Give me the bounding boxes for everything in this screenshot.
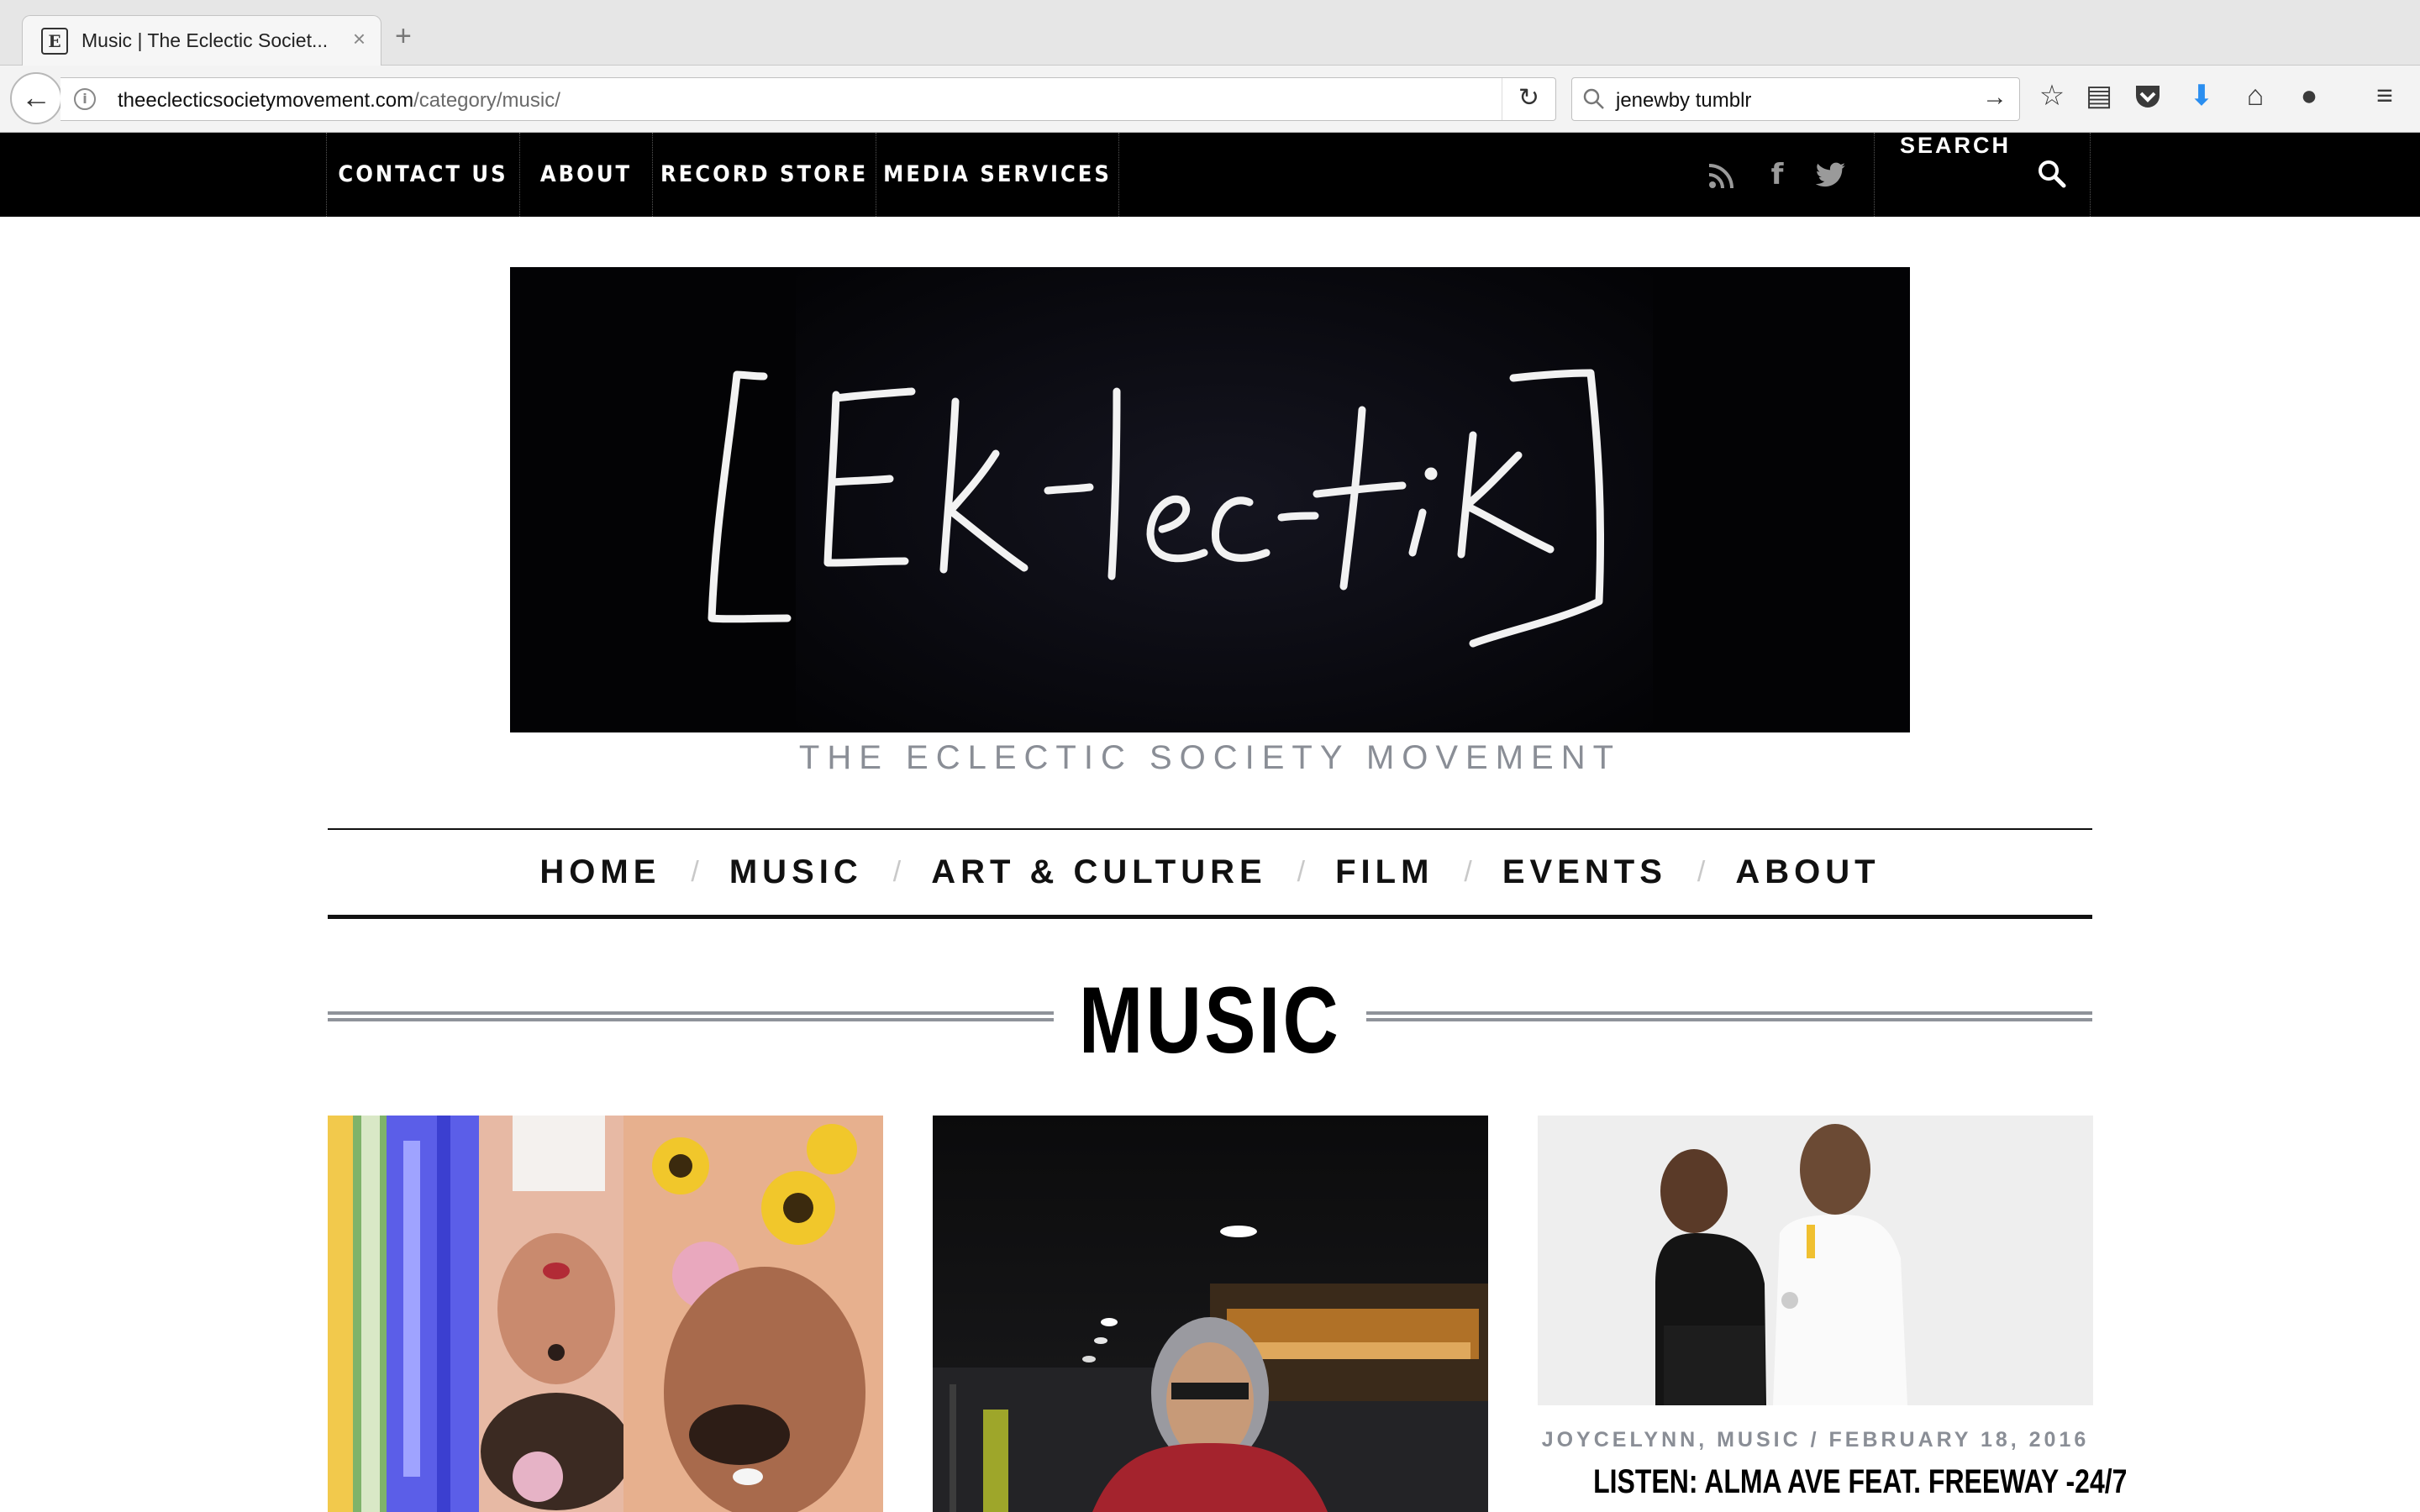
twitter-icon[interactable] bbox=[1810, 155, 1852, 195]
search-query: jenewby tumblr bbox=[1616, 89, 1752, 112]
site-logo[interactable] bbox=[510, 267, 1910, 732]
nav-separator: / bbox=[691, 856, 699, 888]
top-search[interactable]: SEARCH bbox=[1874, 133, 2091, 217]
url-text[interactable]: theeclecticsocietymovement.com/category/… bbox=[118, 89, 560, 113]
address-bar[interactable]: i theeclecticsocietymovement.com/categor… bbox=[60, 77, 1556, 121]
download-icon[interactable]: ⬇ bbox=[2183, 77, 2220, 114]
url-domain: theeclecticsocietymovement.com bbox=[118, 89, 414, 112]
nav-separator: / bbox=[892, 856, 902, 888]
topnav-contact-us[interactable]: CONTACT US bbox=[326, 133, 519, 217]
new-tab-button[interactable]: + bbox=[395, 22, 412, 50]
search-label: SEARCH bbox=[1900, 133, 2012, 158]
chat-icon[interactable]: ● bbox=[2291, 77, 2328, 114]
nav-film[interactable]: FILM bbox=[1335, 853, 1434, 891]
arrow-right-icon[interactable]: → bbox=[1982, 83, 2007, 112]
post-thumbnail[interactable] bbox=[328, 1116, 883, 1512]
alma-ave-freeway-photo bbox=[1538, 1116, 2093, 1405]
home-icon[interactable]: ⌂ bbox=[2237, 77, 2274, 114]
reading-list-icon[interactable]: ▤ bbox=[2081, 77, 2118, 114]
collage-image bbox=[328, 1116, 883, 1512]
post-thumbnail[interactable] bbox=[1538, 1116, 2093, 1405]
page-title: MUSIC bbox=[1078, 968, 1342, 1073]
url-path: /category/music/ bbox=[413, 89, 560, 112]
nav-art-culture[interactable]: ART & CULTURE bbox=[931, 853, 1266, 891]
rss-icon[interactable] bbox=[1702, 155, 1741, 195]
nav-music[interactable]: MUSIC bbox=[729, 853, 863, 891]
facebook-icon[interactable]: f bbox=[1758, 155, 1797, 195]
post-meta: JOYCELYNN, MUSIC / FEBRUARY 18, 2016 bbox=[1541, 1428, 2090, 1452]
search-icon bbox=[1583, 88, 1604, 109]
parking-garage-photo bbox=[933, 1116, 1488, 1512]
site-favicon-icon: E bbox=[41, 28, 68, 55]
pocket-icon[interactable] bbox=[2129, 77, 2166, 114]
topnav-media-services[interactable]: MEDIA SERVICES bbox=[876, 133, 1119, 217]
main-navigation: HOME / MUSIC / ART & CULTURE / FILM / EVENTS… bbox=[328, 828, 2092, 919]
search-icon[interactable] bbox=[2036, 158, 2068, 190]
back-button[interactable]: ← bbox=[10, 72, 62, 124]
nav-home[interactable]: HOME bbox=[539, 853, 660, 891]
site-top-bar: CONTACT US ABOUT RECORD STORE MEDIA SERV… bbox=[0, 133, 2420, 217]
nav-separator: / bbox=[1297, 856, 1306, 888]
topnav-record-store[interactable]: RECORD STORE bbox=[652, 133, 876, 217]
close-tab-icon[interactable]: × bbox=[353, 26, 366, 52]
logo-handwriting bbox=[708, 369, 1605, 648]
browser-search-field[interactable]: jenewby tumblr → bbox=[1571, 77, 2020, 121]
topnav-about[interactable]: ABOUT bbox=[519, 133, 652, 217]
nav-separator: / bbox=[1697, 856, 1706, 888]
post-thumbnail[interactable] bbox=[933, 1116, 1488, 1512]
bookmark-star-icon[interactable]: ☆ bbox=[2033, 77, 2070, 114]
menu-icon[interactable]: ≡ bbox=[2366, 77, 2403, 114]
browser-tab[interactable]: E Music | The Eclectic Societ... × bbox=[22, 15, 381, 66]
nav-about[interactable]: ABOUT bbox=[1735, 853, 1880, 891]
post-title[interactable]: LISTEN: ALMA AVE FEAT. FREEWAY -24/7 bbox=[1593, 1463, 2127, 1501]
nav-separator: / bbox=[1464, 856, 1472, 888]
site-tagline: THE ECLECTIC SOCIETY MOVEMENT bbox=[798, 739, 1622, 776]
info-icon[interactable]: i bbox=[74, 88, 96, 110]
tab-title: Music | The Eclectic Societ... bbox=[82, 29, 329, 51]
nav-events[interactable]: EVENTS bbox=[1502, 853, 1667, 891]
browser-tab-strip: E Music | The Eclectic Societ... × + bbox=[0, 0, 2420, 66]
reload-icon[interactable]: ↻ bbox=[1502, 78, 1555, 120]
